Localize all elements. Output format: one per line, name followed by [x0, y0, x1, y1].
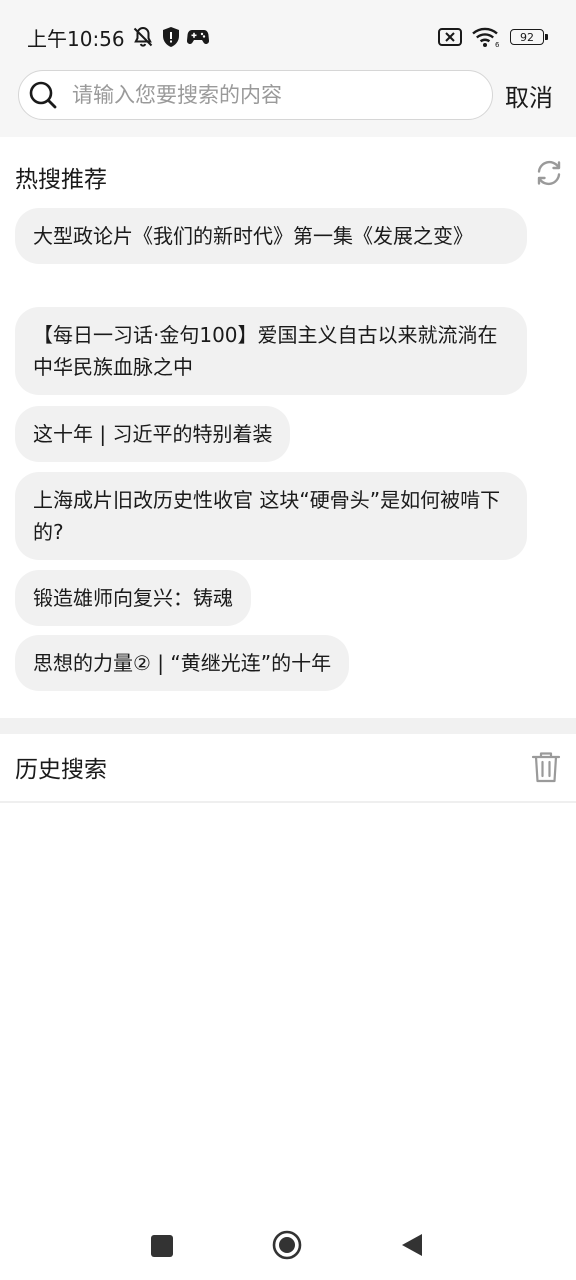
sim-off-icon [438, 28, 462, 46]
navigation-bar [0, 1210, 576, 1280]
refresh-icon[interactable] [534, 158, 564, 188]
section-divider [0, 718, 576, 734]
status-bar: 上午10:56 6 92 [0, 0, 576, 72]
history-search-title: 历史搜索 [15, 757, 107, 783]
battery-icon: 92 [510, 29, 548, 45]
hot-search-item[interactable]: 大型政论片《我们的新时代》第一集《发展之变》 [15, 208, 527, 264]
hot-search-item[interactable]: 这十年 | 习近平的特别着装 [15, 406, 291, 462]
recent-apps-button[interactable] [151, 1235, 173, 1257]
search-box[interactable] [18, 70, 493, 120]
wifi-icon: 6 [472, 26, 500, 48]
shield-icon [161, 26, 181, 48]
bell-off-icon [131, 25, 155, 49]
trash-icon[interactable] [530, 750, 562, 784]
search-input[interactable] [72, 83, 472, 107]
back-button[interactable] [400, 1232, 424, 1258]
hot-search-item[interactable]: 【每日一习话·金句100】爱国主义自古以来就流淌在中华民族血脉之中 [15, 307, 527, 395]
history-divider [0, 801, 576, 803]
hot-search-item[interactable]: 上海成片旧改历史性收官 这块“硬骨头”是如何被啃下的? [15, 472, 527, 560]
cancel-button[interactable]: 取消 [505, 78, 553, 113]
status-time: 上午10:56 [27, 26, 125, 51]
search-icon [29, 81, 57, 109]
home-button[interactable] [272, 1230, 302, 1260]
svg-text:6: 6 [495, 41, 500, 48]
status-right: 6 92 [438, 24, 548, 50]
hot-search-title: 热搜推荐 [15, 167, 107, 193]
hot-search-item[interactable]: 锻造雄师向复兴：铸魂 [15, 570, 251, 626]
status-left: 上午10:56 [27, 24, 209, 51]
hot-search-item[interactable]: 思想的力量② | “黄继光连”的十年 [15, 635, 350, 691]
gamepad-icon [186, 28, 209, 46]
